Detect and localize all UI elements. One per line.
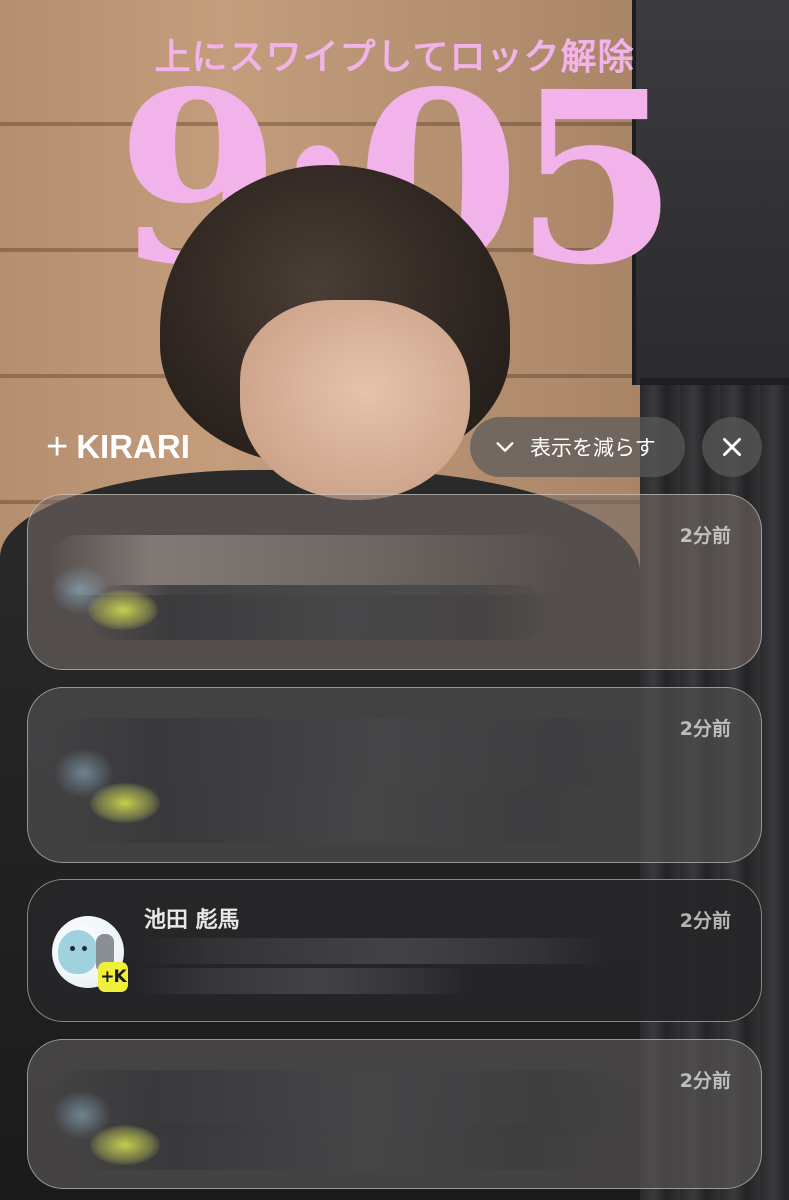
clear-notifications-button[interactable] (702, 417, 762, 477)
notification-card[interactable]: 2分前 (27, 1039, 762, 1189)
notification-card[interactable]: 2分前 (27, 494, 762, 670)
show-less-button[interactable]: 表示を減らす (470, 417, 685, 477)
mascot-icon (58, 930, 98, 974)
blurred-app-badge (90, 783, 160, 823)
app-badge: +K (98, 962, 128, 992)
notification-time: 2分前 (679, 1070, 731, 1092)
plus-icon: + (46, 426, 69, 468)
blurred-message (138, 938, 608, 964)
notification-time: 2分前 (679, 910, 731, 932)
blurred-content (48, 718, 648, 788)
show-less-label: 表示を減らす (530, 436, 656, 460)
blurred-message (138, 968, 468, 994)
notification-time: 2分前 (679, 525, 731, 547)
notification-card[interactable]: 2分前 (27, 687, 762, 863)
chevron-down-icon (496, 442, 514, 452)
notification-time: 2分前 (679, 718, 731, 740)
app-name: KIRARI (76, 428, 190, 465)
notification-sender: 池田 彪馬 (144, 908, 240, 933)
notification-card[interactable]: +K 池田 彪馬 2分前 (27, 879, 762, 1022)
blurred-app-badge (88, 590, 158, 630)
blurred-app-badge (90, 1125, 160, 1165)
notification-group-title: + KIRARI (46, 428, 190, 466)
lockscreen-clock: 9:05 (116, 39, 679, 317)
close-icon (723, 438, 741, 456)
